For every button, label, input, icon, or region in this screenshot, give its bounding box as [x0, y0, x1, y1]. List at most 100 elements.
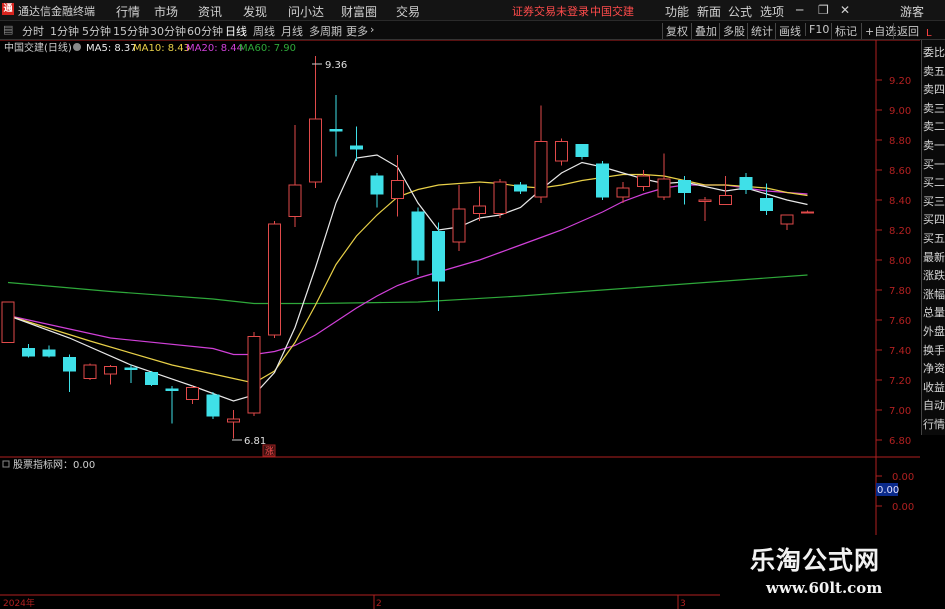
- menu-item-discover[interactable]: 发现: [243, 3, 267, 20]
- side-tab-7[interactable]: 买二: [923, 176, 945, 189]
- menu-options[interactable]: 选项: [760, 3, 784, 20]
- candle[interactable]: [801, 210, 814, 214]
- candle[interactable]: [678, 176, 691, 205]
- btn-draw[interactable]: 画线: [775, 23, 801, 39]
- side-tab-5[interactable]: 卖一: [923, 139, 945, 152]
- candle[interactable]: [698, 197, 712, 221]
- candle[interactable]: [432, 222, 445, 312]
- side-tab-10[interactable]: 买五: [923, 232, 945, 245]
- candle[interactable]: [83, 363, 97, 381]
- menu-item-market[interactable]: 行情: [116, 3, 140, 20]
- candle[interactable]: [268, 221, 281, 338]
- btn-mark[interactable]: 标记: [831, 23, 857, 39]
- candle[interactable]: [780, 214, 794, 230]
- side-tab-19[interactable]: 自动: [923, 399, 945, 412]
- side-tab-13[interactable]: 涨幅: [923, 288, 945, 301]
- side-tab-2[interactable]: 卖四: [923, 83, 945, 96]
- candle[interactable]: [555, 138, 568, 166]
- candle[interactable]: [145, 371, 158, 386]
- candle[interactable]: [534, 105, 548, 204]
- candle[interactable]: [22, 344, 35, 358]
- menu-formula[interactable]: 公式: [728, 3, 752, 20]
- side-tab-15[interactable]: 外盘: [923, 325, 945, 338]
- btn-back[interactable]: 返回: [893, 23, 919, 39]
- candle[interactable]: [247, 332, 261, 416]
- candle[interactable]: [473, 186, 486, 222]
- btn-add-watchlist[interactable]: +自选: [861, 23, 896, 39]
- side-tab-9[interactable]: 买四: [923, 213, 945, 226]
- tab-60min[interactable]: 60分钟: [187, 23, 223, 39]
- candle[interactable]: [288, 125, 302, 227]
- tab-1min[interactable]: 1分钟: [50, 23, 79, 39]
- close-icon[interactable]: ✕: [840, 3, 850, 17]
- candle[interactable]: [452, 185, 466, 251]
- btn-overlay[interactable]: 叠加: [691, 23, 717, 39]
- tab-more[interactable]: 更多: [346, 23, 368, 39]
- btn-f10[interactable]: F10: [805, 23, 829, 36]
- tab-15min[interactable]: 15分钟: [113, 23, 149, 39]
- menu-new-layout[interactable]: 新面: [697, 3, 721, 20]
- candle[interactable]: [309, 56, 322, 188]
- tab-weekly[interactable]: 周线: [253, 23, 275, 39]
- tab-monthly[interactable]: 月线: [281, 23, 303, 39]
- side-tab-14[interactable]: 总量: [923, 306, 945, 319]
- candle[interactable]: [165, 386, 179, 424]
- side-tab-0[interactable]: 委比: [923, 46, 945, 59]
- settings-dot-icon[interactable]: [73, 43, 81, 51]
- tab-30min[interactable]: 30分钟: [150, 23, 186, 39]
- candle[interactable]: [575, 144, 589, 160]
- candle[interactable]: [514, 182, 527, 194]
- menu-icon[interactable]: ▤: [3, 23, 13, 36]
- menu-item-news[interactable]: 资讯: [198, 3, 222, 20]
- indicator-toggle-icon[interactable]: [2, 460, 10, 468]
- candle[interactable]: [227, 410, 240, 439]
- side-tab-18[interactable]: 收益: [923, 381, 945, 394]
- candle[interactable]: [104, 365, 117, 385]
- side-tab-20[interactable]: 行情: [923, 418, 945, 431]
- candle[interactable]: [637, 170, 650, 191]
- candle[interactable]: [124, 365, 138, 383]
- candle[interactable]: [42, 345, 56, 358]
- menu-item-trade[interactable]: 交易: [396, 3, 420, 20]
- candle[interactable]: [329, 95, 343, 157]
- candle[interactable]: [739, 173, 753, 194]
- side-tab-4[interactable]: 卖二: [923, 120, 945, 133]
- menu-item-markets[interactable]: 市场: [154, 3, 178, 20]
- menu-item-wealth[interactable]: 财富圈: [341, 3, 377, 20]
- side-tab-1[interactable]: 卖五: [923, 65, 945, 78]
- tab-5min[interactable]: 5分钟: [82, 23, 111, 39]
- side-tab-8[interactable]: 买三: [923, 195, 945, 208]
- tab-multi-period[interactable]: 多周期: [309, 23, 342, 39]
- side-tab-16[interactable]: 换手: [923, 344, 945, 357]
- candle[interactable]: [411, 207, 425, 276]
- minimize-icon[interactable]: ─: [796, 3, 803, 17]
- login-status[interactable]: 证券交易未登录: [512, 3, 589, 19]
- candle[interactable]: [186, 386, 199, 404]
- tab-daily[interactable]: 日线: [225, 23, 247, 39]
- side-tab-12[interactable]: 涨跌: [923, 269, 945, 282]
- candle[interactable]: [596, 161, 609, 200]
- btn-multi-stock[interactable]: 多股: [719, 23, 745, 39]
- side-tab-17[interactable]: 净资: [923, 362, 945, 375]
- candle[interactable]: [493, 179, 507, 218]
- side-tab-3[interactable]: 卖三: [923, 102, 945, 115]
- candle[interactable]: [206, 392, 220, 419]
- candle[interactable]: [1, 301, 15, 343]
- menu-item-ask[interactable]: 问小达: [288, 3, 324, 20]
- side-tab-6[interactable]: 买一: [923, 158, 945, 171]
- btn-stats[interactable]: 统计: [747, 23, 773, 39]
- btn-adjust[interactable]: 复权: [662, 23, 688, 39]
- side-tab-11[interactable]: 最新: [923, 251, 945, 264]
- candle-body: [288, 184, 302, 217]
- menu-function[interactable]: 功能: [665, 3, 689, 20]
- kline-chart[interactable]: 中国交建(日线) MA5: 8.37 MA10: 8.43 MA20: 8.44…: [0, 40, 920, 609]
- candle[interactable]: [63, 354, 76, 393]
- chevron-right-icon[interactable]: ›: [370, 23, 374, 36]
- indicator-tick-bottom: 0.00: [892, 502, 914, 513]
- tab-intraday[interactable]: 分时: [22, 23, 44, 39]
- candle[interactable]: [350, 126, 363, 162]
- restore-icon[interactable]: ❐: [818, 3, 829, 17]
- candle-body: [432, 231, 445, 282]
- candle[interactable]: [370, 173, 384, 208]
- user-label[interactable]: 游客: [900, 3, 924, 20]
